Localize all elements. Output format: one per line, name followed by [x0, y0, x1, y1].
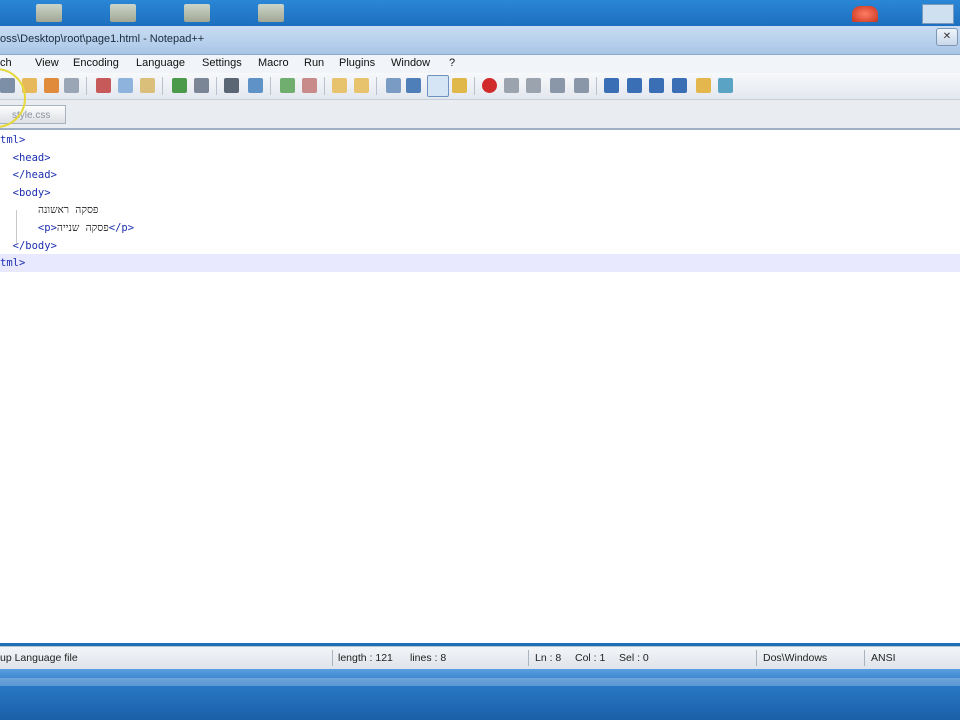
menu-run[interactable]: Run: [304, 57, 324, 69]
menu-search[interactable]: ch: [0, 57, 12, 69]
desktop-top-strip: [0, 0, 960, 26]
code-line[interactable]: <body>: [0, 184, 960, 202]
copy-icon[interactable]: [118, 78, 133, 93]
cut-icon[interactable]: [96, 78, 111, 93]
code-tag: <head>: [0, 151, 51, 164]
toolbar: [0, 73, 960, 100]
user-language-icon[interactable]: [452, 78, 467, 93]
desktop-shortcut-icon[interactable]: [36, 4, 62, 22]
status-lines: lines : 8: [410, 652, 447, 664]
desktop-shortcut-icon[interactable]: [184, 4, 210, 22]
paste-icon[interactable]: [140, 78, 155, 93]
undo-icon[interactable]: [172, 78, 187, 93]
sync-horizontal-icon[interactable]: [354, 78, 369, 93]
toolbar-separator: [596, 77, 597, 95]
menu-help[interactable]: ?: [449, 57, 455, 69]
close-icon[interactable]: ✕: [936, 28, 958, 46]
status-divider: [864, 650, 865, 666]
code-text: פסקה ראשונה: [0, 204, 99, 217]
status-length: length : 121: [338, 652, 393, 664]
code-line[interactable]: <head>: [0, 149, 960, 167]
toolbar-separator: [324, 77, 325, 95]
close-file-icon[interactable]: [44, 78, 59, 93]
print-icon[interactable]: [64, 78, 79, 93]
code-tag: tml>: [0, 257, 26, 270]
menu-plugins[interactable]: Plugins: [339, 57, 375, 69]
code-tag: </head>: [0, 169, 57, 182]
code-editor[interactable]: tml> <head> </head> <body> פסקה ראשונה <…: [0, 130, 960, 643]
status-file-type: up Language file: [0, 652, 78, 664]
code-tag: <p>: [0, 222, 57, 234]
find-icon[interactable]: [224, 78, 239, 93]
stop-macro-icon[interactable]: [504, 78, 519, 93]
toolbar-separator: [474, 77, 475, 95]
show-all-chars-icon[interactable]: [406, 78, 421, 93]
code-tag: tml>: [0, 134, 26, 146]
save-macro-icon[interactable]: [574, 78, 589, 93]
redo-icon[interactable]: [194, 78, 209, 93]
status-sel: Sel : 0: [619, 652, 649, 664]
desktop-shortcut-icon[interactable]: [110, 4, 136, 22]
plugin-check-icon[interactable]: [718, 78, 733, 93]
status-encoding: ANSI: [871, 652, 896, 664]
code-tag: <body>: [0, 186, 51, 199]
code-line[interactable]: </head>: [0, 166, 960, 184]
window-title: oss\Desktop\root\page1.html - Notepad++: [0, 33, 205, 45]
sync-vertical-icon[interactable]: [332, 78, 347, 93]
code-tag: </body>: [0, 239, 57, 252]
menu-window[interactable]: Window: [391, 57, 430, 69]
compare-next-icon[interactable]: [672, 78, 687, 93]
status-ln: Ln : 8: [535, 652, 562, 664]
run-macro-multiple-icon[interactable]: [550, 78, 565, 93]
menu-settings[interactable]: Settings: [202, 57, 242, 69]
arrow-down-icon[interactable]: [649, 78, 664, 93]
code-line[interactable]: tml>: [0, 131, 960, 149]
code-line[interactable]: </body>: [0, 237, 960, 255]
plugin-icon[interactable]: [696, 78, 711, 93]
status-divider: [332, 650, 333, 666]
arrow-up-icon[interactable]: [627, 78, 642, 93]
taskbar-glow: [0, 678, 960, 686]
toolbar-separator: [216, 77, 217, 95]
menu-view[interactable]: View: [35, 57, 59, 69]
status-divider: [756, 650, 757, 666]
network-icon[interactable]: [922, 4, 954, 24]
status-bar: up Language file length : 121 lines : 8 …: [0, 646, 960, 669]
status-divider: [528, 650, 529, 666]
windows-taskbar: [0, 669, 960, 720]
code-line[interactable]: <p>פסקה שנייה</p>: [0, 219, 960, 237]
menu-bar: ch View Encoding Language Settings Macro…: [0, 55, 960, 74]
tab-bar: style.css: [0, 100, 960, 130]
record-macro-icon[interactable]: [482, 78, 497, 93]
toolbar-separator: [86, 77, 87, 95]
zoom-out-icon[interactable]: [302, 78, 317, 93]
desktop-shortcut-icon[interactable]: [258, 4, 284, 22]
indent-guide-icon[interactable]: [427, 75, 449, 97]
toolbar-separator: [162, 77, 163, 95]
code-text: פסקה שנייה: [56, 222, 109, 234]
code-tag: </p>: [108, 222, 135, 234]
menu-language[interactable]: Language: [136, 57, 185, 69]
menu-macro[interactable]: Macro: [258, 57, 289, 69]
title-bar: oss\Desktop\root\page1.html - Notepad++ …: [0, 26, 960, 55]
compare-icon[interactable]: [604, 78, 619, 93]
desktop-app-icon[interactable]: [852, 6, 878, 22]
replace-icon[interactable]: [248, 78, 263, 93]
toolbar-separator: [270, 77, 271, 95]
code-line[interactable]: tml>: [0, 254, 960, 273]
word-wrap-icon[interactable]: [386, 78, 401, 93]
zoom-in-icon[interactable]: [280, 78, 295, 93]
play-macro-icon[interactable]: [526, 78, 541, 93]
status-eol: Dos\Windows: [763, 652, 828, 664]
toolbar-separator: [376, 77, 377, 95]
menu-encoding[interactable]: Encoding: [73, 57, 119, 69]
fold-guide: [16, 210, 17, 244]
status-col: Col : 1: [575, 652, 606, 664]
code-line[interactable]: פסקה ראשונה: [0, 201, 960, 219]
